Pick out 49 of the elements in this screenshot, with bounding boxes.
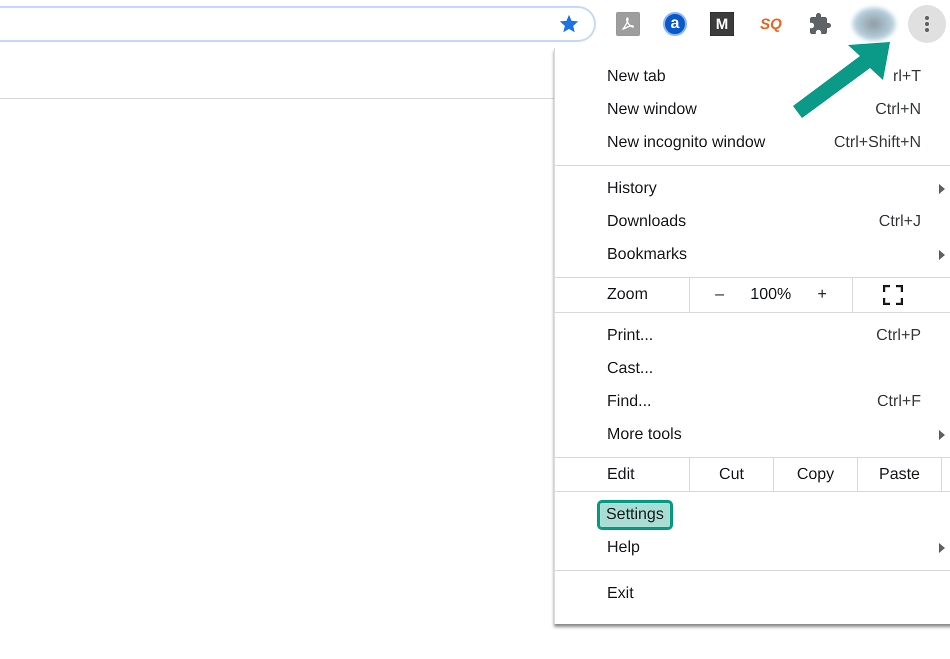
edit-label: Edit [555, 458, 690, 491]
pdf-extension-icon[interactable] [616, 12, 640, 36]
zoom-value: 100% [750, 286, 792, 304]
menu-item[interactable]: Settings [555, 498, 950, 531]
menu-item[interactable]: History [555, 172, 950, 205]
menu-item[interactable]: Cast... [555, 352, 950, 385]
menu-item-label: Help [607, 538, 640, 558]
shortcut-text: Ctrl+F [877, 392, 921, 410]
menu-item[interactable]: Bookmarks [555, 238, 950, 271]
menu-item-label: New incognito window [607, 132, 766, 152]
menu-item[interactable]: Print... Ctrl+P [555, 319, 950, 352]
extensions-icon[interactable] [808, 12, 832, 36]
menu-item-label: Bookmarks [607, 244, 688, 264]
bookmark-star-icon[interactable] [558, 13, 580, 35]
menu-item[interactable]: Find... Ctrl+F [555, 385, 950, 418]
extension-icon[interactable]: M [710, 12, 734, 36]
menu-item[interactable]: New window Ctrl+N [555, 93, 950, 126]
profile-avatar[interactable] [852, 7, 896, 41]
menu-item[interactable]: New tab rl+T [555, 60, 950, 93]
shortcut-text: rl+T [893, 68, 921, 86]
menu-button[interactable] [908, 5, 946, 43]
edit-action-button[interactable]: Cut [690, 458, 774, 491]
menu-item-label: New tab [607, 66, 666, 86]
menu-item-label: Find... [607, 392, 652, 412]
zoom-in-button[interactable]: + [817, 286, 827, 304]
menu-item-label: Downloads [607, 212, 686, 232]
zoom-out-button[interactable]: – [715, 286, 724, 304]
menu-item-label: New window [607, 100, 697, 120]
more-icon [925, 16, 929, 32]
shortcut-text: Ctrl+Shift+N [834, 134, 921, 152]
menu-item-label: History [607, 178, 657, 198]
menu-item-label: Cast... [607, 358, 654, 378]
menu-item[interactable]: Exit [555, 577, 950, 610]
menu-item-label: Exit [607, 584, 634, 604]
shortcut-text: Ctrl+J [878, 212, 921, 230]
edit-action-button[interactable]: Paste [858, 458, 942, 491]
menu-item[interactable]: Downloads Ctrl+J [555, 205, 950, 238]
shortcut-text: Ctrl+N [875, 100, 921, 118]
edit-action-button[interactable]: Copy [774, 458, 858, 491]
menu-item-label: Settings [597, 500, 673, 530]
menu-item-label: More tools [607, 424, 682, 444]
extension-icon[interactable]: a [663, 12, 687, 36]
zoom-label: Zoom [555, 278, 690, 312]
menu-item[interactable]: New incognito window Ctrl+Shift+N [555, 126, 950, 159]
menu-item-label: Print... [607, 326, 654, 346]
fullscreen-icon [883, 285, 903, 305]
menu-item[interactable]: More tools [555, 418, 950, 451]
menu-item[interactable]: Help [555, 531, 950, 564]
shortcut-text: Ctrl+P [876, 326, 921, 344]
